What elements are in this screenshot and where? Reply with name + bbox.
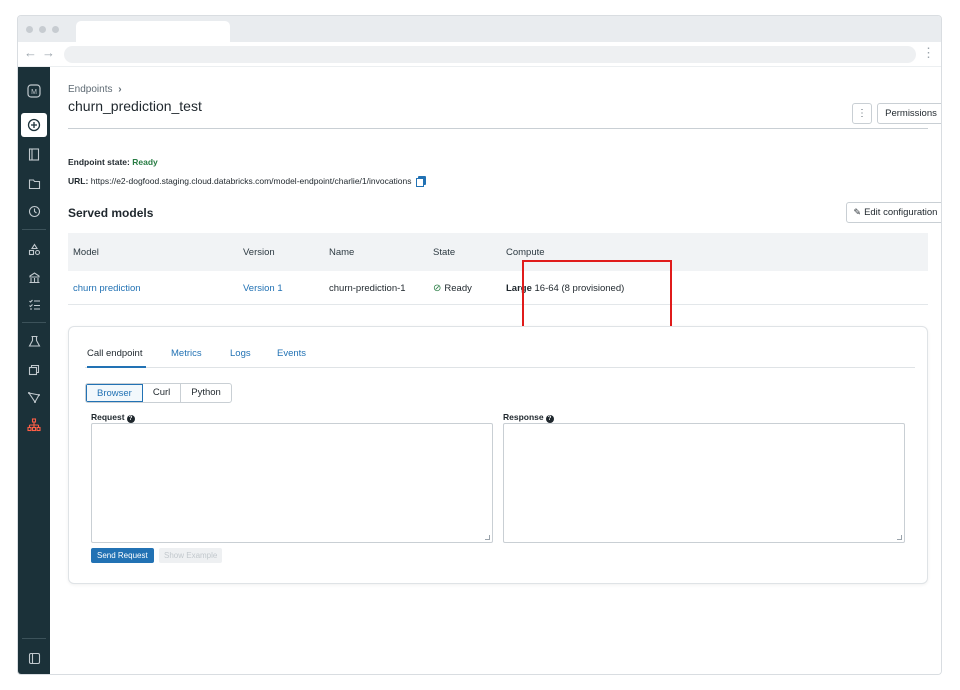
edit-configuration-label: Edit configuration [864, 207, 938, 218]
kebab-menu-icon: ⋮ [857, 108, 867, 119]
browser-address-row: ← → ⋮ [18, 42, 941, 67]
column-header-compute: Compute [506, 247, 545, 258]
copy-icon[interactable] [415, 176, 426, 187]
format-python-button[interactable]: Python [181, 384, 231, 402]
check-circle-icon: ⊘ [433, 283, 442, 294]
serving-icon[interactable] [18, 413, 50, 437]
plus-circle-icon[interactable] [21, 113, 47, 137]
endpoint-url-value: https://e2-dogfood.staging.cloud.databri… [90, 176, 412, 186]
model-link[interactable]: churn prediction [73, 283, 141, 294]
shapes-icon[interactable] [18, 237, 50, 261]
model-registry-icon[interactable] [18, 265, 50, 289]
permissions-button[interactable]: Permissions [877, 103, 941, 124]
served-models-table-header: Model Version Name State Compute [68, 233, 928, 271]
browser-menu-icon[interactable]: ⋮ [922, 45, 935, 61]
window-dot-maximize[interactable] [52, 26, 59, 33]
served-model-name: churn-prediction-1 [329, 283, 406, 294]
experiments-icon[interactable] [18, 385, 50, 409]
resize-grip-icon[interactable] [897, 535, 902, 540]
browser-window: ← → ⋮ M Endpoints › churn_prediction_tes… [17, 15, 942, 675]
edit-configuration-button[interactable]: ✎ Edit configuration [846, 202, 941, 223]
response-label: Response? [503, 412, 554, 423]
breadcrumb-endpoints-link[interactable]: Endpoints [68, 84, 112, 95]
resize-grip-icon[interactable] [485, 535, 490, 540]
sidebar: M [18, 67, 50, 674]
checklist-icon[interactable] [18, 292, 50, 316]
served-model-state-text: Ready [444, 283, 472, 294]
send-request-button[interactable]: Send Request [91, 548, 154, 563]
browser-tab[interactable] [76, 21, 230, 42]
call-endpoint-tabs: Call endpoint Metrics Logs Events [85, 345, 915, 368]
tab-metrics[interactable]: Metrics [171, 348, 202, 368]
tab-logs[interactable]: Logs [230, 348, 251, 368]
endpoint-url: URL: https://e2-dogfood.staging.cloud.da… [68, 176, 426, 187]
pencil-icon: ✎ [853, 207, 862, 217]
sidebar-divider [22, 638, 46, 639]
column-header-model: Model [73, 247, 99, 258]
window-dot-close[interactable] [26, 26, 33, 33]
response-label-text: Response [503, 412, 544, 422]
format-curl-button[interactable]: Curl [143, 384, 182, 402]
table-row: churn prediction Version 1 churn-predict… [68, 271, 928, 305]
main-content: Endpoints › churn_prediction_test ⋮ Perm… [50, 67, 941, 674]
endpoint-url-label: URL: [68, 176, 89, 186]
svg-text:M: M [31, 89, 37, 96]
forward-arrow-icon[interactable]: → [42, 45, 55, 60]
format-browser-button[interactable]: Browser [86, 384, 143, 402]
response-textarea[interactable] [503, 423, 905, 543]
address-bar[interactable] [64, 46, 916, 63]
request-label-text: Request [91, 412, 125, 422]
help-icon[interactable]: ? [126, 415, 135, 423]
browser-tabstrip [18, 16, 941, 42]
header-divider [68, 128, 928, 129]
endpoint-state-label: Endpoint state: [68, 157, 130, 167]
endpoint-state-value: Ready [132, 157, 158, 167]
folder-icon[interactable] [18, 171, 50, 195]
back-arrow-icon[interactable]: ← [24, 45, 37, 60]
version-link[interactable]: Version 1 [243, 283, 283, 294]
sidebar-divider [22, 322, 46, 323]
collapse-sidebar-icon[interactable] [18, 646, 50, 670]
column-header-state: State [433, 247, 456, 258]
served-model-state: ⊘ Ready [433, 283, 472, 294]
breadcrumb: Endpoints › [68, 84, 122, 95]
request-textarea[interactable] [91, 423, 493, 543]
feature-store-icon[interactable] [18, 357, 50, 381]
tab-events[interactable]: Events [277, 348, 306, 368]
column-header-name: Name [329, 247, 355, 258]
help-icon[interactable]: ? [545, 415, 554, 423]
sidebar-divider [22, 229, 46, 230]
show-example-button[interactable]: Show Example [159, 548, 223, 563]
column-header-version: Version [243, 247, 275, 258]
call-endpoint-card: Call endpoint Metrics Logs Events Browse… [68, 326, 928, 584]
beaker-icon[interactable] [18, 329, 50, 353]
request-format-selector: Browser Curl Python [85, 383, 232, 403]
endpoint-state: Endpoint state: Ready [68, 157, 158, 167]
clock-icon[interactable] [18, 199, 50, 223]
workspace-logo-icon[interactable]: M [18, 79, 50, 103]
page-title: churn_prediction_test [68, 98, 202, 114]
chevron-right-icon: › [118, 84, 122, 95]
notebook-icon[interactable] [18, 142, 50, 166]
request-label: Request? [91, 412, 135, 423]
window-dot-minimize[interactable] [39, 26, 46, 33]
served-models-title: Served models [68, 206, 154, 220]
tab-call-endpoint[interactable]: Call endpoint [87, 348, 147, 368]
more-options-button[interactable]: ⋮ [852, 103, 872, 124]
